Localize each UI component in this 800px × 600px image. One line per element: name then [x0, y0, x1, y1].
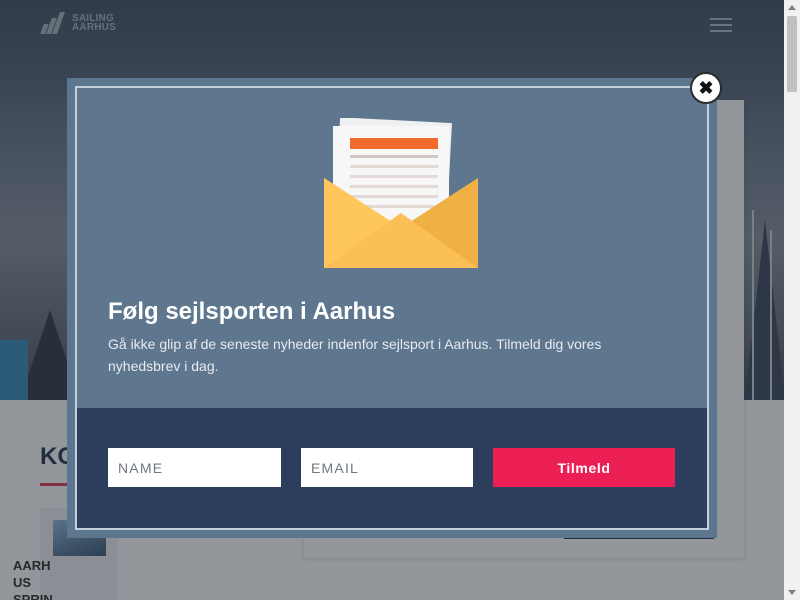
close-icon[interactable]: ✖	[690, 72, 722, 104]
modal-description: Gå ikke glip af de seneste nyheder inden…	[108, 336, 602, 374]
scroll-up-arrow-icon[interactable]	[788, 5, 796, 10]
scroll-thumb[interactable]	[787, 16, 797, 92]
scroll-down-arrow-icon[interactable]	[788, 590, 796, 595]
modal-title: Følg sejlsporten i Aarhus	[108, 298, 396, 325]
name-input[interactable]	[108, 448, 281, 487]
email-input[interactable]	[301, 448, 473, 487]
subscribe-button[interactable]: Tilmeld	[493, 448, 675, 487]
scrollbar[interactable]	[784, 0, 800, 600]
envelope-newsletter-icon	[324, 118, 478, 268]
